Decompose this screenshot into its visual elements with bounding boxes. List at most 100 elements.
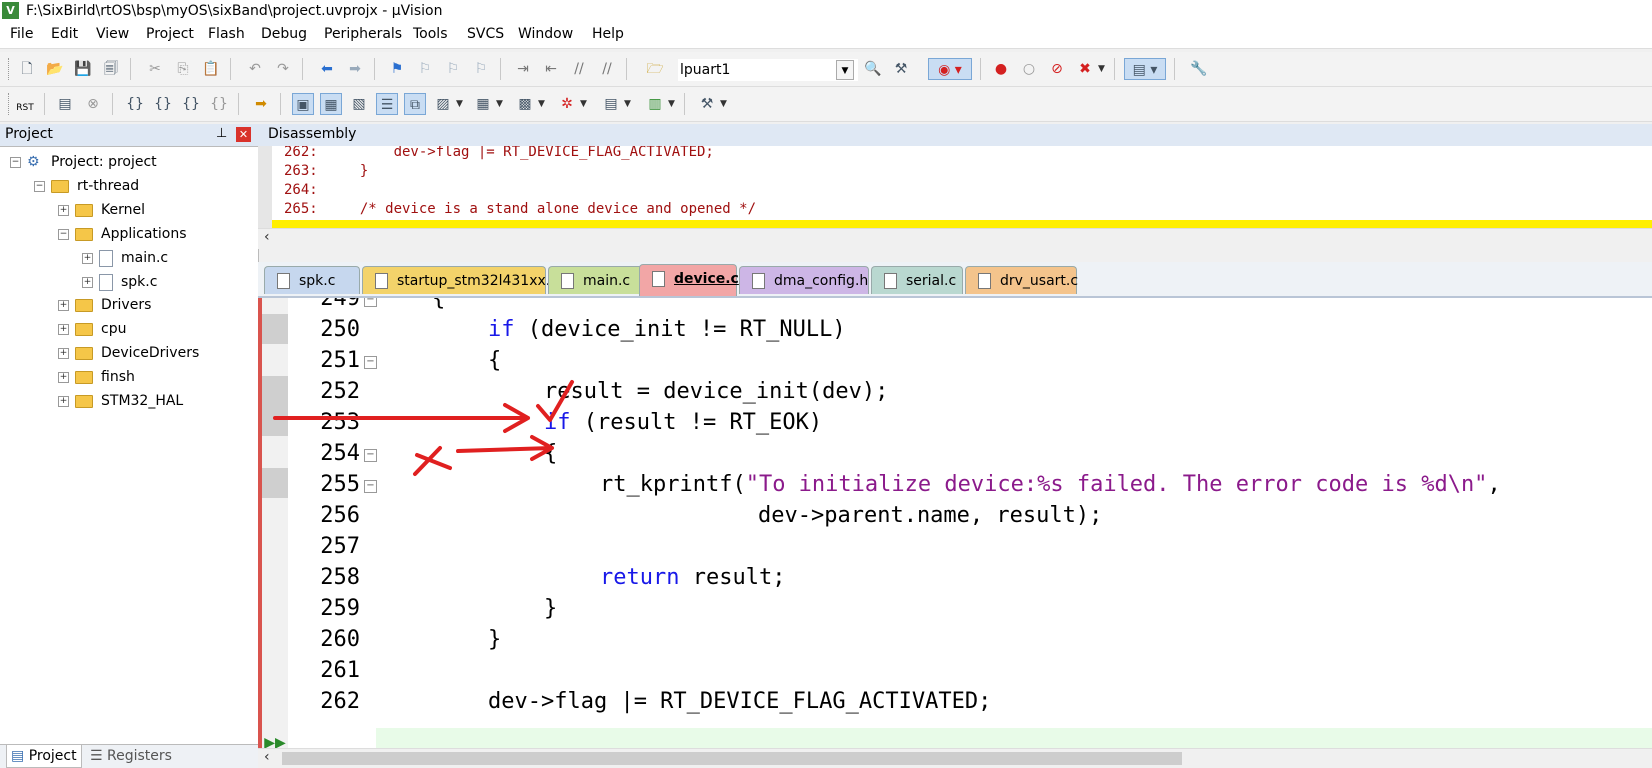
tree-item-rt-thread[interactable]: − rt-thread [34,175,139,197]
chevron-down-icon[interactable]: ▼ [720,99,727,109]
expand-icon[interactable]: + [58,371,69,383]
bookmark-clear-icon[interactable]: ⚐ [470,58,492,80]
chevron-down-icon[interactable]: ▼ [1098,64,1105,74]
tab-serial-c[interactable]: serial.c [871,266,963,294]
unindent-icon[interactable]: ⇤ [540,58,562,80]
tree-item-project-root[interactable]: − ⚙ Project: project [10,151,157,173]
chevron-down-icon[interactable]: ▼ [496,99,503,109]
serial-window-icon[interactable]: ▩ [514,93,536,115]
tree-item-cpu[interactable]: + cpu [58,318,126,340]
menu-edit[interactable]: Edit [51,26,78,42]
expand-icon[interactable]: + [82,276,93,288]
menu-file[interactable]: File [10,26,33,42]
expand-icon[interactable]: + [58,347,69,359]
redo-icon[interactable]: ↷ [272,58,294,80]
tab-main-c[interactable]: main.c [548,266,646,294]
step-out-icon[interactable]: {} [180,93,202,115]
menu-help[interactable]: Help [592,26,624,42]
run-to-cursor-icon[interactable]: {} [208,93,230,115]
tree-item-applications[interactable]: − Applications [58,223,187,245]
undo-icon[interactable]: ↶ [244,58,266,80]
find-replace-icon[interactable]: ⚒ [890,58,912,80]
breakpoint-kill-all-icon[interactable]: ✖ [1074,58,1096,80]
expand-icon[interactable]: + [58,323,69,335]
registers-window-icon[interactable]: ☰ [376,93,398,115]
tab-registers[interactable]: ☰ Registers [86,745,176,767]
breakpoint-disable-all-icon[interactable]: ⊘ [1046,58,1068,80]
menu-flash[interactable]: Flash [208,26,245,42]
tab-startup-stm32l431xx-s[interactable]: startup_stm32l431xx.s [362,266,558,294]
menu-svcs[interactable]: SVCS [467,26,504,42]
toolbox-icon[interactable]: ⚒ [696,93,718,115]
indent-icon[interactable]: ⇥ [512,58,534,80]
menu-project[interactable]: Project [146,26,194,42]
disassembly-hscrollbar[interactable]: ‹ [258,228,1652,249]
tree-item-spk-c[interactable]: + spk.c [82,271,157,293]
bookmark-toggle-icon[interactable]: ⚑ [386,58,408,80]
menu-window[interactable]: Window [518,26,573,42]
tree-item-drivers[interactable]: + Drivers [58,294,151,316]
scroll-thumb[interactable] [282,752,1182,765]
breakpoint-enable-icon[interactable]: ○ [1018,58,1040,80]
collapse-icon[interactable]: − [10,156,21,168]
call-stack-window-icon[interactable]: ⧉ [404,93,426,115]
step-into-icon[interactable]: {} [124,93,146,115]
bookmark-next-icon[interactable]: ⚐ [442,58,464,80]
uncomment-icon[interactable]: // [596,58,618,80]
code-editor[interactable]: ▶▶ 249 250 251 252 253 254 255 256 257 2… [258,298,1652,748]
tree-item-kernel[interactable]: + Kernel [58,199,145,221]
new-file-icon[interactable]: 🗋 [16,58,38,80]
trace-window-icon[interactable]: ▤ [600,93,622,115]
menu-tools[interactable]: Tools [413,26,448,42]
stop-icon[interactable]: ⊗ [82,93,104,115]
navigate-forward-icon[interactable]: ➡ [344,58,366,80]
chevron-down-icon[interactable]: ▼ [538,99,545,109]
fold-toggle-icon[interactable]: − [364,298,377,307]
copy-icon[interactable]: ⎘ [172,58,194,80]
show-next-statement-icon[interactable]: ➡ [250,93,272,115]
menu-peripherals[interactable]: Peripherals [324,26,402,42]
scroll-left-icon[interactable]: ‹ [264,749,270,765]
expand-icon[interactable]: + [82,252,93,264]
disassembly-window-icon[interactable]: ▦ [320,93,342,115]
step-over-icon[interactable]: {} [152,93,174,115]
bookmark-prev-icon[interactable]: ⚐ [414,58,436,80]
breakpoint-insert-icon[interactable]: ● [990,58,1012,80]
reset-cpu-icon[interactable]: RST [14,93,36,115]
fold-toggle-icon[interactable]: − [364,356,377,369]
window-layout-icon[interactable]: ▤ ▾ [1124,58,1166,80]
tab-project[interactable]: ▤ Project [6,745,82,768]
debug-session-icon[interactable]: ◉ ▾ [928,58,972,80]
menu-view[interactable]: View [96,26,129,42]
collapse-icon[interactable]: − [34,180,45,192]
symbols-window-icon[interactable]: ▧ [348,93,370,115]
tab-dma-config-h[interactable]: dma_config.h [739,266,869,294]
save-icon[interactable]: 💾 [72,58,94,80]
find-in-files-icon[interactable]: 🗁 [644,58,666,80]
command-window-icon[interactable]: ▣ [292,93,314,115]
tab-device-c[interactable]: device.c [639,264,739,296]
editor-hscrollbar[interactable]: ‹ [258,748,1652,768]
run-icon[interactable]: ▤ [54,93,76,115]
expand-icon[interactable]: + [58,395,69,407]
close-icon[interactable]: ✕ [236,127,251,142]
tab-drv-usart-c[interactable]: drv_usart.c [965,266,1078,294]
fold-toggle-icon[interactable]: − [364,480,377,493]
chevron-down-icon[interactable]: ▼ [668,99,675,109]
watch-window-icon[interactable]: ▨ [432,93,454,115]
tree-item-finsh[interactable]: + finsh [58,366,135,388]
configure-icon[interactable]: 🔧 [1188,58,1210,80]
chevron-down-icon[interactable]: ▼ [580,99,587,109]
chevron-down-icon[interactable]: ▼ [456,99,463,109]
collapse-icon[interactable]: − [58,228,69,240]
paste-icon[interactable]: 📋 [200,58,222,80]
tree-item-main-c[interactable]: + main.c [82,247,168,269]
fold-toggle-icon[interactable]: − [364,449,377,462]
tab-spk-c[interactable]: spk.c [264,266,360,294]
chevron-down-icon[interactable]: ▼ [624,99,631,109]
navigate-back-icon[interactable]: ⬅ [316,58,338,80]
comment-icon[interactable]: // [568,58,590,80]
system-viewer-icon[interactable]: ▥ [644,93,666,115]
analysis-window-icon[interactable]: ✲ [556,93,578,115]
memory-window-icon[interactable]: ▦ [472,93,494,115]
